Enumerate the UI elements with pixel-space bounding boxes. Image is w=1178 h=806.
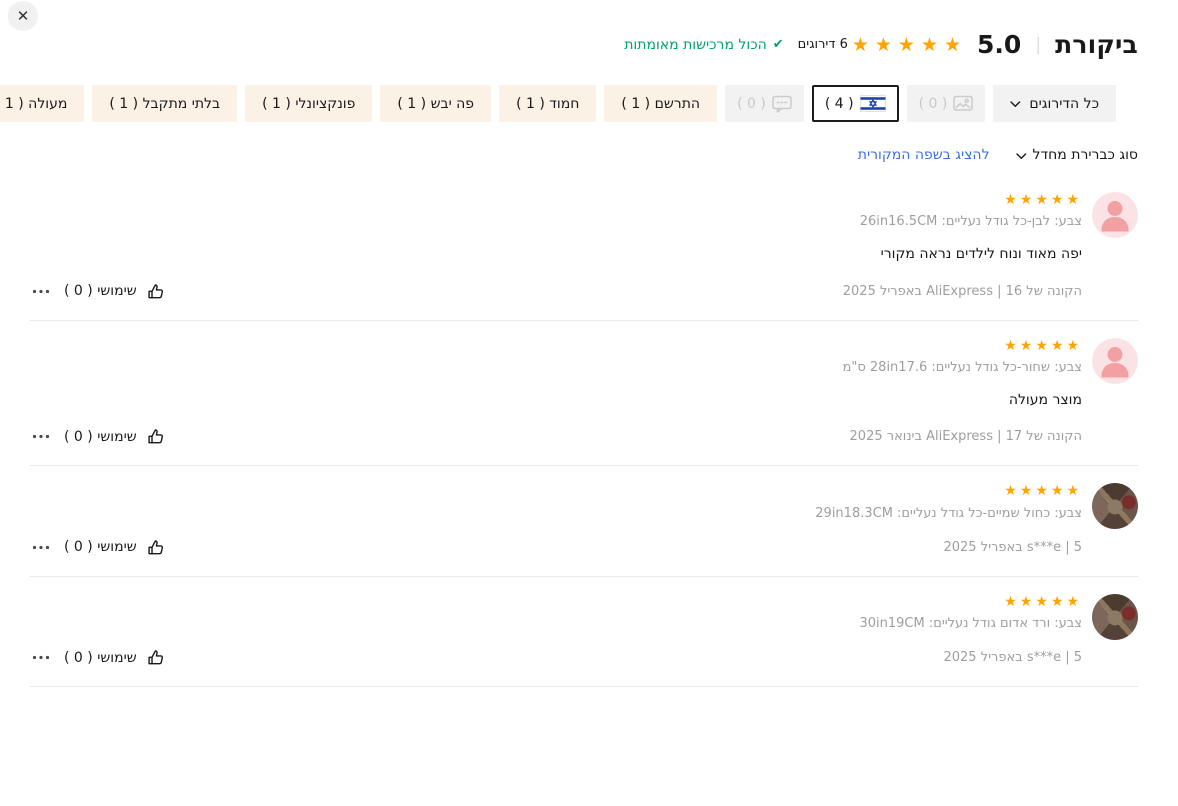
chevron-down-icon: [1016, 153, 1027, 160]
thumbs-up-icon: [146, 282, 165, 301]
review-meta: הקונה של AliExpress | 16 באפריל 2025: [843, 284, 1082, 299]
more-options-button[interactable]: [32, 545, 50, 550]
more-options-button[interactable]: [32, 434, 50, 439]
review-stars: ★★★★★: [30, 484, 1082, 499]
comment-filter-count: ( 0 ): [737, 96, 766, 112]
review-stars: ★★★★★: [30, 595, 1082, 610]
review-item: ★★★★★ צבע: כחול שמיים-כל גודל נעליים: 29…: [30, 466, 1138, 576]
review-sku: צבע: כחול שמיים-כל גודל נעליים: 29in18.3…: [30, 506, 1082, 521]
chevron-down-icon: [1010, 101, 1021, 108]
photo-filter-count: ( 0 ): [919, 96, 948, 112]
page-title: ביקורת: [1055, 30, 1138, 59]
tag-chip-label: חמוד ( 1 ): [516, 96, 579, 112]
helpful-button[interactable]: שימושי ( 0 ): [64, 648, 165, 667]
review-meta: s***e | 5 באפריל 2025: [943, 540, 1082, 555]
tag-chip-label: פונקציונלי ( 1 ): [262, 96, 355, 112]
review-text: יפה מאוד ונוח לילדים נראה מקורי: [30, 244, 1082, 264]
ratings-count: 6 דירוגים: [798, 37, 848, 52]
rating-stars: ★★★★★: [852, 34, 967, 56]
tag-chip-label: פה יבש ( 1 ): [397, 96, 474, 112]
review-sku: צבע: לבן-כל גודל נעליים: 26in16.5CM: [30, 214, 1082, 229]
review-item: ★★★★★ צבע: שחור-כל גודל נעליים: 28in17.6…: [30, 321, 1138, 467]
more-icon: [32, 545, 50, 550]
verified-label: הכול מרכישות מאומתות: [624, 37, 767, 53]
header-separator: |: [1035, 35, 1041, 55]
sort-dropdown[interactable]: סוג כברירת מחדל: [1016, 147, 1138, 163]
filter-tag-impressed[interactable]: התרשם ( 1 ): [604, 85, 717, 122]
photo-icon: [953, 95, 973, 113]
review-stars: ★★★★★: [30, 193, 1082, 208]
filter-tag-cute[interactable]: חמוד ( 1 ): [499, 85, 596, 122]
more-icon: [32, 655, 50, 660]
close-button[interactable]: ✕: [8, 1, 38, 31]
review-item: ★★★★★ צבע: ורד אדום גודל נעליים: 30in19C…: [30, 577, 1138, 687]
avatar: [1092, 483, 1138, 529]
filter-chips-row: כל הדירוגים ( 0 ) ( 4 ) ( 0 ) התרשם ( 1 …: [30, 85, 1116, 122]
thumbs-up-icon: [146, 427, 165, 446]
rating-score: 5.0: [977, 30, 1021, 59]
sort-row: סוג כברירת מחדל להציג בשפה המקורית: [30, 147, 1138, 163]
helpful-label: שימושי ( 0 ): [64, 429, 137, 445]
tag-chip-label: בלתי מתקבל ( 1 ): [109, 96, 220, 112]
helpful-button[interactable]: שימושי ( 0 ): [64, 282, 165, 301]
review-meta: s***e | 5 באפריל 2025: [943, 650, 1082, 665]
review-stars: ★★★★★: [30, 339, 1082, 354]
reviews-header: ביקורת | 5.0 ★★★★★ 6 דירוגים ✔ הכול מרכי…: [30, 0, 1138, 59]
review-text: מוצר מעולה: [30, 390, 1082, 410]
check-icon: ✔: [773, 37, 784, 52]
review-sku: צבע: ורד אדום גודל נעליים: 30in19CM: [30, 616, 1082, 631]
close-icon: ✕: [17, 7, 30, 25]
filter-tag-unacceptable[interactable]: בלתי מתקבל ( 1 ): [92, 85, 237, 122]
flag-filter-count: ( 4 ): [825, 96, 854, 112]
helpful-label: שימושי ( 0 ): [64, 283, 137, 299]
filter-tag-dry-mouth[interactable]: פה יבש ( 1 ): [380, 85, 491, 122]
avatar: [1092, 594, 1138, 640]
helpful-button[interactable]: שימושי ( 0 ): [64, 427, 165, 446]
filter-with-comments[interactable]: ( 0 ): [725, 85, 804, 122]
all-ratings-dropdown[interactable]: כל הדירוגים: [993, 85, 1116, 122]
helpful-label: שימושי ( 0 ): [64, 650, 137, 666]
reviews-list: ★★★★★ צבע: לבן-כל גודל נעליים: 26in16.5C…: [30, 175, 1138, 687]
more-options-button[interactable]: [32, 289, 50, 294]
avatar: [1092, 192, 1138, 238]
review-sku: צבע: שחור-כל גודל נעליים: 28in17.6 ס"מ: [30, 360, 1082, 375]
helpful-button[interactable]: שימושי ( 0 ): [64, 538, 165, 557]
verified-purchases-note: ✔ הכול מרכישות מאומתות: [624, 37, 783, 53]
tag-chip-label: מעולה ( 1 ): [0, 96, 67, 112]
more-options-button[interactable]: [32, 655, 50, 660]
filter-with-photos[interactable]: ( 0 ): [907, 85, 986, 122]
show-original-language-link[interactable]: להציג בשפה המקורית: [858, 147, 990, 163]
review-item: ★★★★★ צבע: לבן-כל גודל נעליים: 26in16.5C…: [30, 175, 1138, 321]
thumbs-up-icon: [146, 648, 165, 667]
avatar: [1092, 338, 1138, 384]
all-ratings-label: כל הדירוגים: [1029, 96, 1099, 112]
israel-flag-icon: [860, 95, 886, 112]
filter-tag-excellent[interactable]: מעולה ( 1 ): [0, 85, 84, 122]
comment-icon: [772, 95, 792, 113]
more-icon: [32, 289, 50, 294]
filter-local-country[interactable]: ( 4 ): [812, 85, 899, 122]
filter-tag-functional[interactable]: פונקציונלי ( 1 ): [245, 85, 372, 122]
thumbs-up-icon: [146, 538, 165, 557]
sort-label: סוג כברירת מחדל: [1033, 147, 1138, 163]
helpful-label: שימושי ( 0 ): [64, 539, 137, 555]
more-icon: [32, 434, 50, 439]
review-meta: הקונה של AliExpress | 17 בינואר 2025: [850, 429, 1082, 444]
tag-chip-label: התרשם ( 1 ): [621, 96, 700, 112]
